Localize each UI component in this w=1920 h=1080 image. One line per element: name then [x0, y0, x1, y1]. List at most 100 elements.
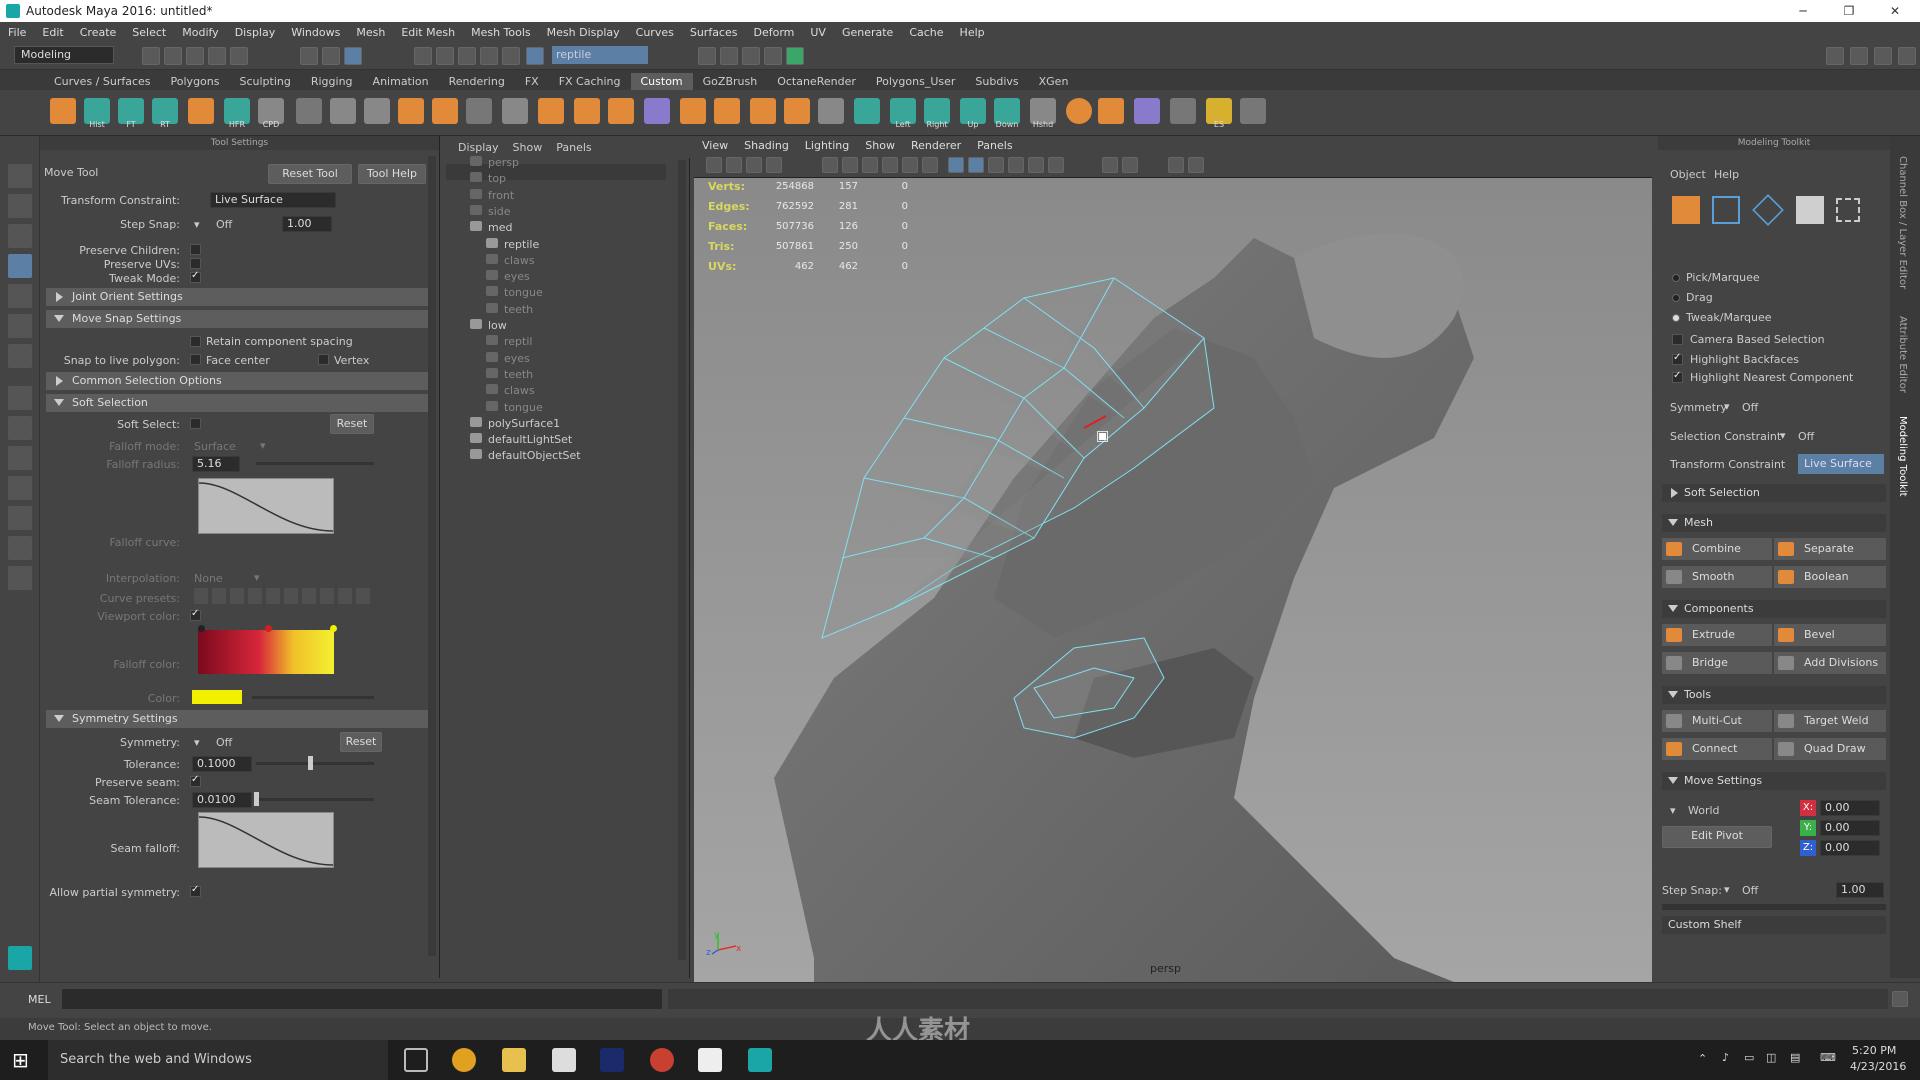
resolution-gate-icon[interactable]	[862, 157, 878, 173]
chrome-icon[interactable]	[452, 1048, 476, 1072]
lights-icon[interactable]	[1008, 157, 1024, 173]
mel-input[interactable]	[62, 989, 662, 1009]
notepad-icon[interactable]	[698, 1048, 722, 1072]
preserve-uvs-checkbox[interactable]	[190, 258, 201, 269]
scale-icon[interactable]	[574, 98, 600, 124]
z-value-field[interactable]: 0.00	[1820, 840, 1880, 856]
shelf-tab[interactable]: FX Caching	[549, 73, 631, 90]
taskbar-search[interactable]: Search the web and Windows	[48, 1040, 388, 1080]
rotate-tool-icon[interactable]	[8, 284, 32, 308]
menu-windows[interactable]: Windows	[291, 26, 340, 39]
snap-together-icon[interactable]	[364, 98, 390, 124]
outliner-item[interactable]: reptil	[486, 335, 532, 348]
shelf-tab[interactable]: XGen	[1029, 73, 1079, 90]
menu-generate[interactable]: Generate	[842, 26, 893, 39]
viewport-menu-shading[interactable]: Shading	[744, 139, 789, 152]
falloff-color-ramp[interactable]	[198, 630, 334, 674]
toolkit-symmetry-value[interactable]: Off	[1742, 401, 1758, 414]
shelf-tab[interactable]: Polygons	[161, 73, 230, 90]
app-icon[interactable]	[552, 1048, 576, 1072]
toolkit-step-snap-value[interactable]: Off	[1742, 884, 1758, 897]
custom-layout-icon[interactable]	[8, 566, 32, 590]
shelf-tab[interactable]: FX	[515, 73, 549, 90]
menu-display[interactable]: Display	[235, 26, 276, 39]
channel-box-tab[interactable]: Channel Box / Layer Editor	[1897, 156, 1908, 289]
outliner-item[interactable]: eyes	[486, 351, 530, 365]
snap-curve-icon[interactable]	[436, 47, 454, 65]
shelf-tab[interactable]: OctaneRender	[767, 73, 866, 90]
outliner-item[interactable]: teeth	[486, 302, 533, 316]
center-pivot-icon[interactable]	[330, 98, 356, 124]
common-selection-section[interactable]: Common Selection Options	[46, 372, 430, 390]
color-slider[interactable]	[252, 696, 374, 699]
layout-two-icon[interactable]	[1850, 47, 1868, 65]
shelf-tab-custom[interactable]: Custom	[630, 73, 693, 90]
reset-tool-button[interactable]: Reset Tool	[268, 164, 352, 184]
volume-icon[interactable]: ♪	[1722, 1051, 1729, 1064]
retain-spacing-checkbox[interactable]	[190, 336, 201, 347]
face-mode-icon[interactable]	[1796, 196, 1824, 224]
pencil-icon[interactable]	[1240, 98, 1266, 124]
step-snap-field[interactable]: 1.00	[282, 216, 332, 232]
chevron-down-icon[interactable]: ▾	[1724, 883, 1730, 896]
scale-tool-icon[interactable]	[8, 314, 32, 338]
brush-icon[interactable]	[854, 98, 880, 124]
move-tool-icon[interactable]	[8, 254, 32, 278]
outliner-item[interactable]: claws	[486, 253, 535, 267]
toolkit-menu-help[interactable]: Help	[1714, 168, 1739, 181]
outliner-item[interactable]: defaultObjectSet	[470, 449, 581, 462]
shelf-tab[interactable]: Polygons_User	[866, 73, 966, 90]
outliner-menu-show[interactable]: Show	[513, 141, 543, 154]
multi-cut-button[interactable]: Multi-Cut	[1662, 710, 1772, 732]
hypershade-icon[interactable]	[786, 47, 804, 65]
wireframe-on-shaded-icon[interactable]	[948, 157, 964, 173]
chevron-down-icon[interactable]: ▾	[194, 218, 200, 231]
outliner-item[interactable]: polySurface1	[470, 416, 560, 430]
tolerance-slider-handle[interactable]	[308, 756, 313, 770]
outliner-item[interactable]: tongue	[486, 286, 543, 299]
xray-joints-icon[interactable]	[1168, 157, 1184, 173]
minimize-button[interactable]: ─	[1780, 0, 1826, 22]
extrude-shelf-icon[interactable]	[608, 98, 634, 124]
persp-graph-icon[interactable]	[8, 476, 32, 500]
render-icon[interactable]	[188, 98, 214, 124]
selection-constraint-value[interactable]: Off	[1798, 430, 1814, 443]
edge-mode-icon[interactable]	[1752, 194, 1784, 226]
modeling-toolkit-tab[interactable]: Modeling Toolkit	[1897, 416, 1908, 497]
cross-box-icon[interactable]	[784, 98, 810, 124]
outliner-menu-panels[interactable]: Panels	[556, 141, 591, 154]
curve-presets-row[interactable]	[194, 588, 374, 604]
bevel-button[interactable]: Bevel	[1774, 624, 1886, 646]
outliner-item[interactable]: side	[470, 204, 511, 218]
outliner-item[interactable]: tongue	[486, 400, 543, 414]
render-current-icon[interactable]	[720, 47, 738, 65]
highlight-nearest-checkbox[interactable]	[1672, 370, 1683, 383]
camera-lock-icon[interactable]	[726, 157, 742, 173]
viewport-menu-view[interactable]: View	[702, 139, 728, 152]
lasso-tool-icon[interactable]	[8, 194, 32, 218]
material-ball-icon[interactable]	[1066, 98, 1092, 124]
clock-date[interactable]: 4/23/2016	[1850, 1060, 1906, 1073]
move-snap-section[interactable]: Move Snap Settings	[46, 310, 430, 328]
film-gate-icon[interactable]	[842, 157, 858, 173]
menu-cache[interactable]: Cache	[909, 26, 943, 39]
preserve-children-checkbox[interactable]	[190, 244, 201, 255]
outliner-item[interactable]: persp	[470, 156, 519, 169]
pick-marquee-radio[interactable]	[1672, 274, 1680, 282]
preserve-seam-checkbox[interactable]	[190, 774, 201, 787]
grid-align-icon[interactable]	[466, 98, 492, 124]
poly-cube-icon[interactable]	[1134, 98, 1160, 124]
checker-icon[interactable]	[1098, 98, 1124, 124]
outliner-item[interactable]: claws	[486, 384, 535, 397]
toolkit-menu-object[interactable]: Object	[1670, 168, 1706, 181]
viewport-menu-renderer[interactable]: Renderer	[911, 139, 961, 152]
world-dropdown[interactable]: World	[1688, 804, 1720, 817]
menu-deform[interactable]: Deform	[753, 26, 794, 39]
file-explorer-icon[interactable]	[502, 1048, 526, 1072]
menu-file[interactable]: File	[8, 26, 26, 39]
menu-edit[interactable]: Edit	[42, 26, 63, 39]
box-icon[interactable]	[750, 98, 776, 124]
seam-tolerance-slider[interactable]	[256, 798, 374, 801]
clock-time[interactable]: 5:20 PM	[1852, 1044, 1896, 1057]
chevron-down-icon[interactable]: ▾	[260, 439, 266, 452]
